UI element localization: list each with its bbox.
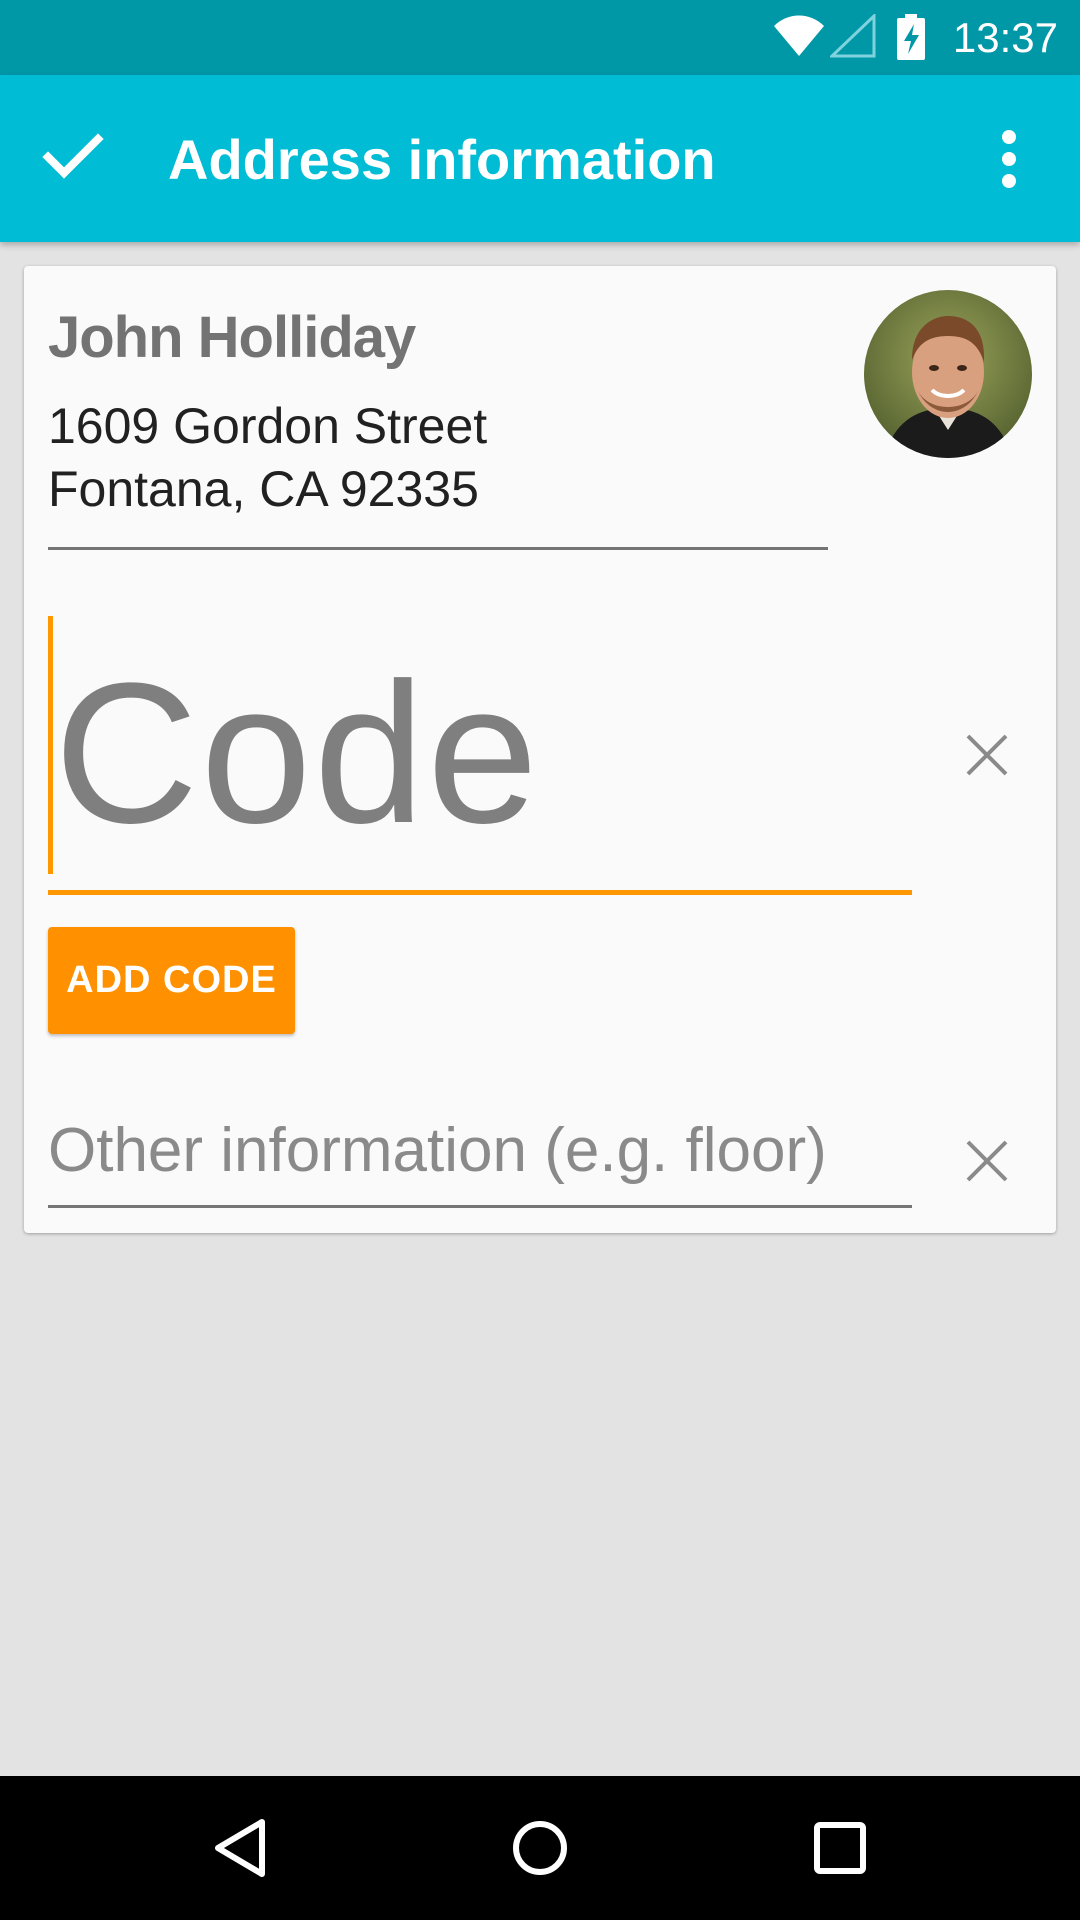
clear-code-icon[interactable] xyxy=(962,730,1012,785)
battery-charging-icon xyxy=(896,14,926,65)
more-vert-icon[interactable] xyxy=(996,129,1022,194)
other-information-placeholder: Other information (e.g. floor) xyxy=(48,1116,827,1185)
page-title: Address information xyxy=(168,128,716,191)
other-information-underline xyxy=(48,1205,912,1208)
contact-name: John Holliday xyxy=(48,305,416,370)
app-bar: Address information xyxy=(0,75,1080,242)
code-underline xyxy=(48,890,912,895)
clear-other-icon[interactable] xyxy=(962,1136,1012,1191)
wifi-icon xyxy=(772,14,826,63)
address-card: John Holliday 1609 Gordon Street Fontana… xyxy=(24,266,1056,1233)
status-time: 13:37 xyxy=(952,14,1058,61)
address-underline xyxy=(48,547,828,550)
address-line-2[interactable]: Fontana, CA 92335 xyxy=(48,459,479,519)
navigation-bar xyxy=(0,1776,1080,1920)
check-icon[interactable] xyxy=(40,123,106,194)
avatar[interactable] xyxy=(864,290,1032,458)
other-information-input[interactable]: Other information (e.g. floor) xyxy=(48,1116,912,1186)
address-line-1[interactable]: 1609 Gordon Street xyxy=(48,396,487,456)
signal-icon xyxy=(828,12,876,63)
back-icon[interactable] xyxy=(210,1816,270,1885)
recents-icon[interactable] xyxy=(812,1816,868,1885)
status-bar: 13:37 xyxy=(0,0,1080,75)
text-cursor xyxy=(48,616,53,874)
home-icon[interactable] xyxy=(510,1816,570,1885)
code-placeholder: Code xyxy=(54,642,541,865)
add-code-button[interactable]: ADD CODE xyxy=(48,927,295,1034)
code-input[interactable]: Code xyxy=(48,616,888,874)
